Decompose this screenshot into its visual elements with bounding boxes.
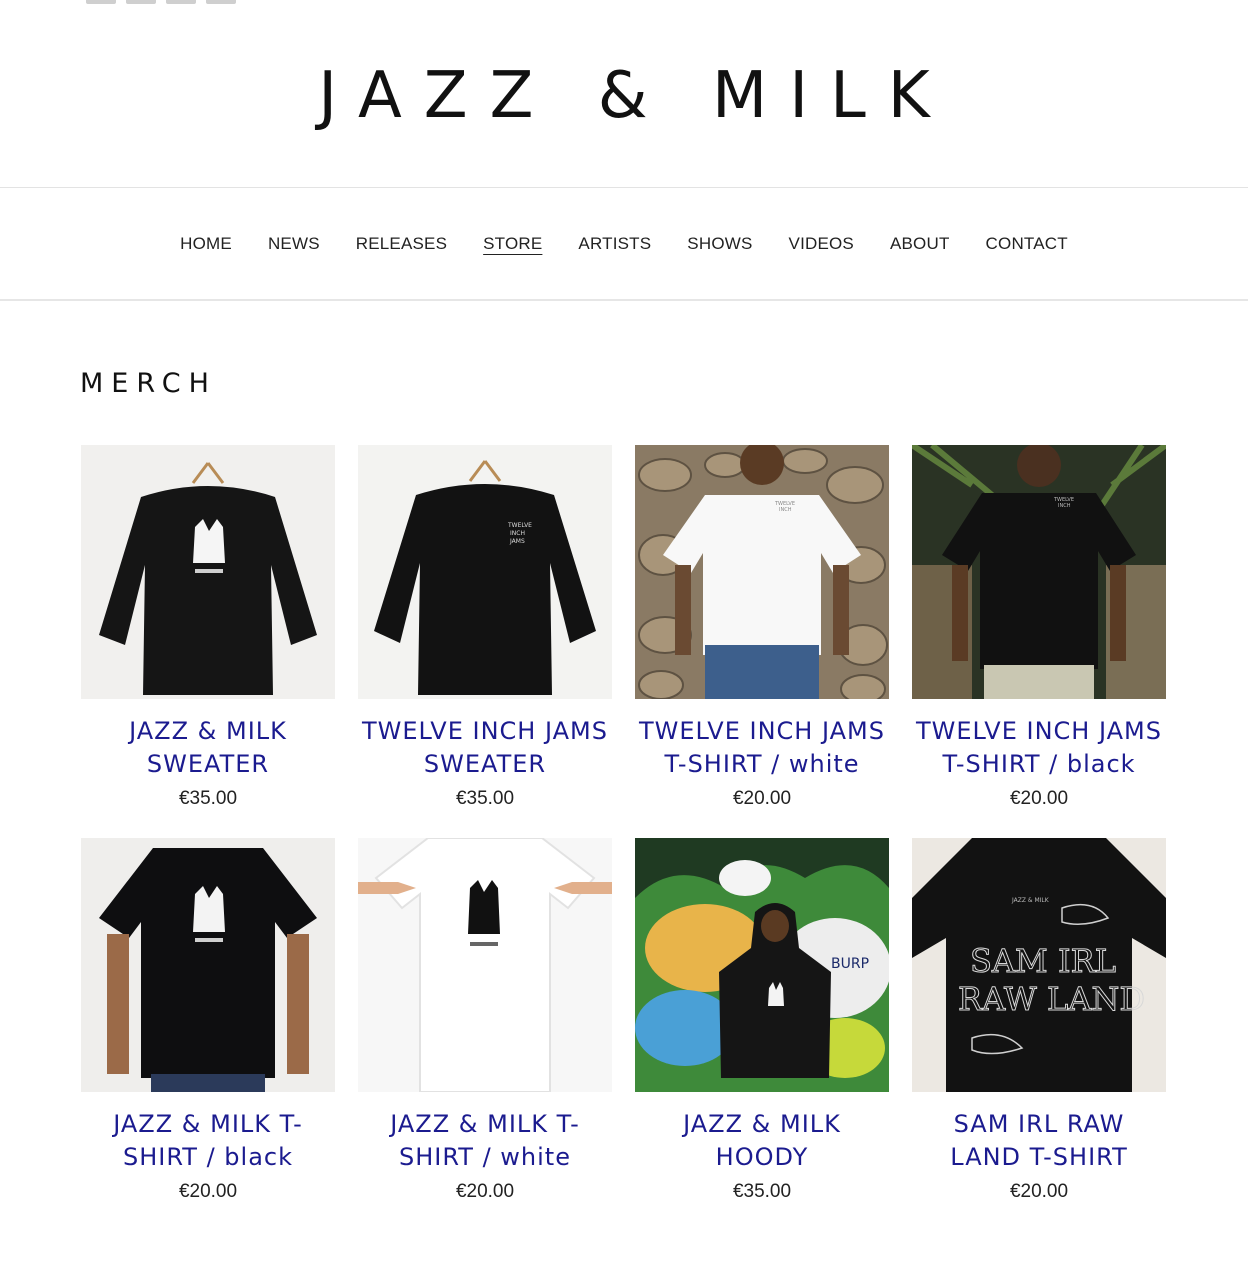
product-price: €35.00 (732, 1181, 792, 1202)
product-name[interactable]: TWELVE INCH JAMS T-SHIRT / black (912, 715, 1166, 781)
nav-item-artists[interactable]: ARTISTS (560, 234, 669, 254)
black-tshirt-image (81, 838, 335, 1092)
white-tshirt-image (358, 838, 612, 1092)
product-image[interactable]: TWELVE INCH (635, 445, 889, 699)
nav-item-store[interactable]: STORE (465, 234, 560, 254)
product-image[interactable] (81, 838, 335, 1092)
nav-item-contact[interactable]: CONTACT (968, 234, 1086, 254)
nav-item-videos[interactable]: VIDEOS (771, 234, 872, 254)
nav-item-news[interactable]: NEWS (250, 234, 338, 254)
svg-text:INCH: INCH (779, 507, 792, 513)
black-sweater-image (81, 445, 335, 699)
nav-item-about[interactable]: ABOUT (872, 234, 968, 254)
product-name[interactable]: JAZZ & MILK T-SHIRT / black (81, 1108, 335, 1174)
main-nav: HOME NEWS RELEASES STORE ARTISTS SHOWS V… (0, 189, 1248, 301)
product-price: €20.00 (1009, 788, 1069, 809)
product-card[interactable]: TWELVE INCH JAMS TWELVE INCH JAMS SWEATE… (358, 445, 612, 838)
product-card[interactable]: JAZZ & MILK SWEATER €35.00 (81, 445, 335, 838)
product-image[interactable] (358, 838, 612, 1092)
black-tshirt-image: JAZZ & MILK SAM IRL RAW LAND (912, 838, 1166, 1092)
black-sweater-image: TWELVE INCH JAMS (358, 445, 612, 699)
nav-item-shows[interactable]: SHOWS (669, 234, 770, 254)
svg-text:BURP: BURP (831, 956, 869, 972)
product-price: €20.00 (732, 788, 792, 809)
product-image[interactable]: BURP (635, 838, 889, 1092)
nav-item-home[interactable]: HOME (162, 234, 250, 254)
black-tshirt-image: TWELVE INCH (912, 445, 1166, 699)
product-name[interactable]: JAZZ & MILK HOODY (635, 1108, 889, 1174)
product-card[interactable]: BURP JAZZ & MILK HOODY €35.00 (635, 838, 889, 1231)
white-tshirt-image: TWELVE INCH (635, 445, 889, 699)
product-name[interactable]: JAZZ & MILK T-SHIRT / white (358, 1108, 612, 1174)
product-price: €35.00 (455, 788, 515, 809)
product-name[interactable]: TWELVE INCH JAMS SWEATER (358, 715, 612, 781)
product-name[interactable]: JAZZ & MILK SWEATER (81, 715, 335, 781)
product-image[interactable]: TWELVE INCH (912, 445, 1166, 699)
site-logo[interactable]: JAZZ & MILK (0, 58, 1248, 134)
product-image[interactable]: JAZZ & MILK SAM IRL RAW LAND (912, 838, 1166, 1092)
product-card[interactable]: JAZZ & MILK T-SHIRT / black €20.00 (81, 838, 335, 1231)
product-name[interactable]: TWELVE INCH JAMS T-SHIRT / white (635, 715, 889, 781)
svg-text:JAMS: JAMS (509, 538, 525, 545)
product-card[interactable]: TWELVE INCH TWELVE INCH JAMS T-SHIRT / w… (635, 445, 889, 838)
svg-text:JAZZ & MILK: JAZZ & MILK (1011, 897, 1050, 904)
product-price: €20.00 (1009, 1181, 1069, 1202)
product-card[interactable]: TWELVE INCH TWELVE INCH JAMS T-SHIRT / b… (912, 445, 1166, 838)
svg-text:INCH: INCH (1058, 503, 1071, 509)
product-image[interactable] (81, 445, 335, 699)
site-header: JAZZ & MILK (0, 0, 1248, 188)
product-card[interactable]: JAZZ & MILK T-SHIRT / white €20.00 (358, 838, 612, 1231)
svg-text:INCH: INCH (510, 530, 525, 537)
nav-item-releases[interactable]: RELEASES (338, 234, 465, 254)
product-price: €20.00 (178, 1181, 238, 1202)
svg-text:TWELVE: TWELVE (507, 522, 532, 529)
product-grid: JAZZ & MILK SWEATER €35.00 TWELVE INCH J… (81, 445, 1167, 1231)
product-card[interactable]: JAZZ & MILK SAM IRL RAW LAND SAM IRL RAW… (912, 838, 1166, 1231)
svg-text:RAW LAND: RAW LAND (958, 980, 1145, 1018)
product-price: €20.00 (455, 1181, 515, 1202)
page-title: MERCH (80, 368, 217, 399)
black-hoody-image: BURP (635, 838, 889, 1092)
product-image[interactable]: TWELVE INCH JAMS (358, 445, 612, 699)
svg-text:SAM IRL: SAM IRL (970, 942, 1116, 980)
product-name[interactable]: SAM IRL RAW LAND T-SHIRT (912, 1108, 1166, 1174)
product-price: €35.00 (178, 788, 238, 809)
